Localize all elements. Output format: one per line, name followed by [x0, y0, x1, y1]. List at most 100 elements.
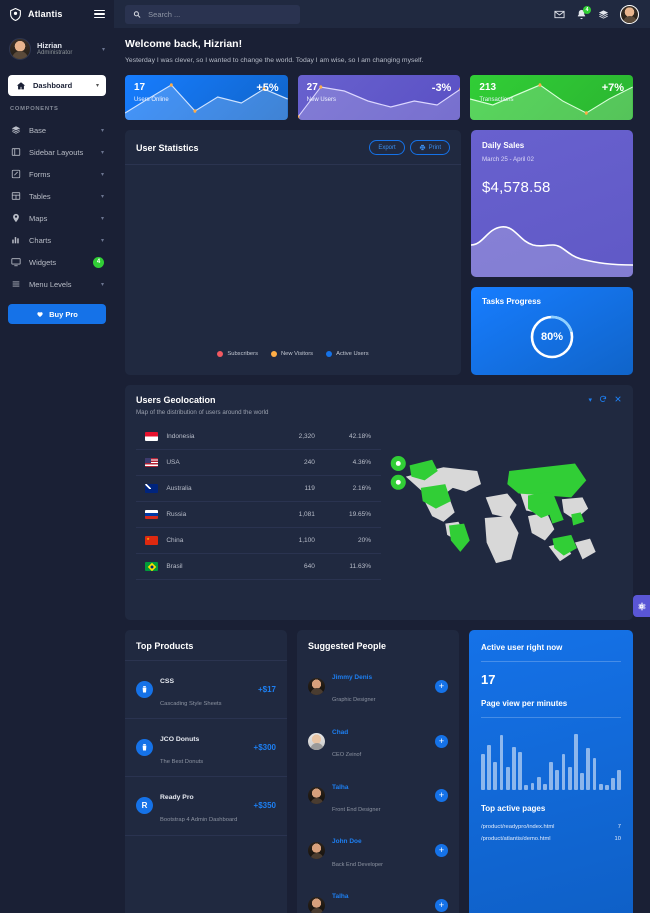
person-name: Jimmy Denis: [332, 674, 373, 681]
card-title: Tasks Progress: [482, 297, 541, 306]
sidebar-item-tables[interactable]: Tables ▾: [0, 185, 114, 207]
refresh-icon[interactable]: [599, 395, 607, 405]
sidebar-item-label: Charts: [29, 235, 52, 245]
plus-icon[interactable]: +: [435, 679, 448, 693]
sidebar-item-charts[interactable]: Charts ▾: [0, 229, 114, 251]
stat-card-new-users[interactable]: 27 New Users -3%: [297, 75, 461, 120]
avatar: [308, 897, 325, 913]
sidebar-item-dashboard[interactable]: Dashboard ▾: [8, 75, 106, 96]
list-item[interactable]: TalhaFront End Designer +: [297, 878, 459, 913]
page-title: Welcome back, Hizrian! Yesterday I was c…: [125, 38, 633, 64]
content: Welcome back, Hizrian! Yesterday I was c…: [114, 28, 650, 913]
page-url: /product/readypro/index.html: [481, 824, 555, 830]
country-percent: 4.36%: [317, 449, 381, 476]
stat-card-users-online[interactable]: 17 Users Online +5%: [125, 75, 288, 120]
sidebar-item-menu-levels[interactable]: Menu Levels ▾: [0, 273, 114, 295]
sidebar: Atlantis Hizrian Administrator ▾ Dashboa…: [0, 0, 114, 913]
stat-value: 17: [134, 82, 146, 93]
search-box[interactable]: [125, 4, 300, 24]
sidebar-item-label: Forms: [29, 169, 51, 179]
shield-logo-icon: [9, 7, 22, 21]
product-desc: Cascading Style Sheets: [160, 700, 222, 707]
list-item[interactable]: Chad CEO Zeinof +: [297, 714, 459, 769]
welcome-subtitle: Yesterday I was clever, so I wanted to c…: [125, 57, 424, 64]
stat-value: 213: [479, 82, 497, 93]
list-item[interactable]: JCO Donuts The Best Donuts +$300: [125, 719, 287, 778]
country-users: 640: [263, 553, 318, 580]
product-icon: [136, 681, 153, 699]
legend-dot: [217, 351, 224, 357]
plus-icon[interactable]: +: [435, 844, 448, 858]
user-statistics-header: User Statistics Export Print: [125, 130, 461, 165]
page-count: 10: [614, 836, 621, 842]
card-title: Users Geolocation: [136, 395, 216, 405]
print-button[interactable]: Print: [409, 140, 450, 155]
avatar: [308, 842, 325, 860]
card-title: Top Products: [125, 630, 287, 661]
settings-fab-button[interactable]: [633, 595, 650, 617]
user-statistics-chart: [125, 165, 461, 351]
product-icon: [136, 739, 153, 757]
geolocation-header: Users Geolocation Map of the distributio…: [125, 385, 633, 424]
chevron-down-icon[interactable]: ▾: [588, 396, 592, 404]
bell-icon[interactable]: 4: [576, 5, 591, 20]
sidebar-item-widgets[interactable]: Widgets 4: [0, 251, 114, 273]
stat-value: 27: [306, 82, 318, 93]
legend-label: Subscribers: [227, 351, 258, 357]
list-item[interactable]: CSS Cascading Style Sheets +$17: [125, 661, 287, 720]
user-statistics-card: User Statistics Export Print Subscribers…: [125, 130, 461, 375]
avatar: [308, 677, 325, 695]
stat-percent: -3%: [431, 82, 452, 94]
geolocation-body: Indonesia 2,320 42.18% USA 240 4.36% Aus…: [125, 424, 633, 620]
plus-icon[interactable]: +: [435, 734, 448, 748]
person-name: Chad: [332, 728, 349, 736]
list-item[interactable]: John Doe Back End Developer +: [297, 823, 459, 878]
sidebar-item-label: Widgets: [29, 257, 57, 267]
list-item[interactable]: R Ready Pro Bootstrap 4 Admin Dashboard …: [125, 777, 287, 836]
stat-percent: +5%: [256, 82, 279, 94]
legend-item-active-users: Active Users: [326, 351, 369, 357]
search-input[interactable]: [148, 9, 292, 19]
list-item[interactable]: TalhaFront End Designer +: [297, 769, 459, 824]
country-percent: 19.65%: [317, 501, 381, 528]
hamburger-icon[interactable]: [94, 9, 105, 19]
export-button[interactable]: Export: [369, 140, 405, 155]
avatar: [9, 38, 31, 60]
search-icon: [133, 10, 141, 18]
avatar[interactable]: [620, 4, 639, 24]
flag-usa: [145, 458, 158, 467]
list-item[interactable]: /product/readypro/index.html 7: [481, 821, 621, 833]
sidebar-item-maps[interactable]: Maps ▾: [0, 207, 114, 229]
active-users-count: 17: [481, 672, 496, 687]
close-icon[interactable]: [614, 395, 622, 405]
buy-pro-button[interactable]: Buy Pro: [8, 304, 106, 324]
chevron-down-icon[interactable]: ▾: [102, 46, 105, 53]
country-name: China: [163, 527, 264, 554]
sidebar-user[interactable]: Hizrian Administrator ▾: [0, 28, 114, 69]
layers-icon[interactable]: [598, 9, 609, 20]
chart-legend: Subscribers New Visitors Active Users: [125, 351, 461, 375]
welcome-title: Welcome back, Hizrian!: [125, 38, 243, 50]
list-item[interactable]: Jimmy Denis Graphic Designer +: [297, 659, 459, 714]
sidebar-item-sidebar-layouts[interactable]: Sidebar Layouts ▾: [0, 141, 114, 163]
chevron-down-icon: ▾: [100, 149, 104, 156]
daily-sales-range: March 25 - April 02: [482, 156, 534, 163]
active-users-card: Active user right now 17 Page view per m…: [469, 630, 633, 913]
plus-icon[interactable]: +: [435, 789, 448, 803]
sidebar-item-base[interactable]: Base ▾: [0, 119, 114, 141]
sidebar-item-forms[interactable]: Forms ▾: [0, 163, 114, 185]
world-map[interactable]: [387, 424, 622, 612]
monitor-icon: [10, 257, 21, 267]
stat-card-transactions[interactable]: 213 Transactions +7%: [470, 75, 634, 120]
map-pin-icon: [10, 213, 21, 223]
list-item[interactable]: /product/atlantis/demo.html 10: [481, 833, 621, 845]
daily-sales-chart: [471, 226, 633, 277]
table-row: USA 240 4.36%: [136, 449, 381, 476]
plus-icon[interactable]: +: [435, 899, 448, 913]
legend-dot: [326, 351, 333, 357]
product-price: +$300: [253, 743, 276, 753]
legend-dot: [270, 351, 277, 357]
envelope-icon[interactable]: [554, 9, 565, 20]
pageviews-title: Page view per minutes: [481, 699, 621, 718]
table-icon: [10, 191, 21, 201]
